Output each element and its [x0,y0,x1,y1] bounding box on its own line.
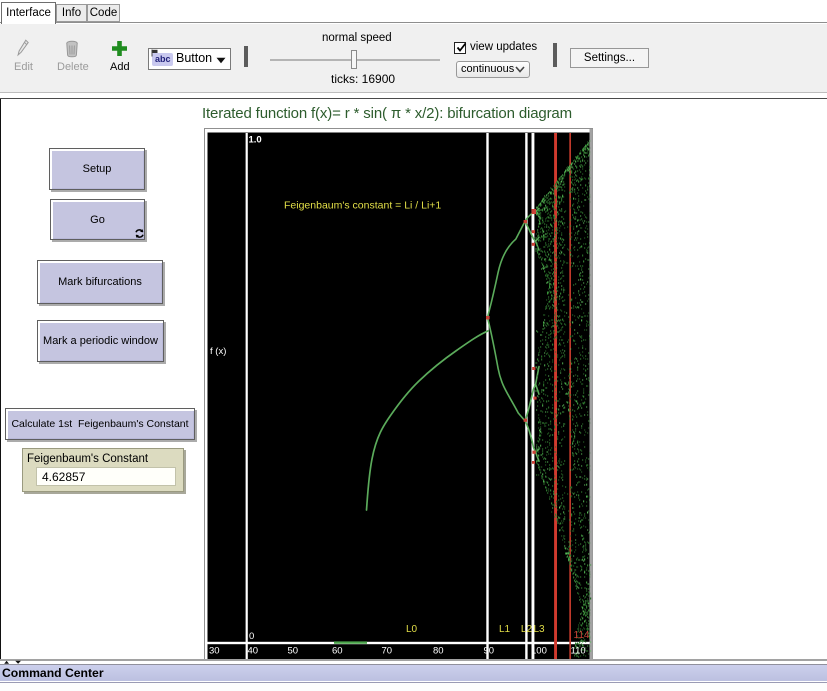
svg-text:f (x): f (x) [210,346,226,357]
svg-text:30: 30 [209,646,220,657]
svg-text:114: 114 [574,630,590,641]
svg-text:L1: L1 [499,624,511,635]
svg-text:0: 0 [249,631,254,642]
svg-text:L3: L3 [534,624,546,635]
svg-text:50: 50 [288,646,299,657]
svg-text:100: 100 [531,646,547,657]
svg-text:90: 90 [484,646,495,657]
svg-text:110: 110 [571,646,586,657]
svg-text:1.0: 1.0 [249,135,262,146]
svg-text:L2: L2 [521,624,533,635]
svg-text:Feigenbaum's constant = Li / L: Feigenbaum's constant = Li / Li+1 [284,200,441,212]
svg-text:80: 80 [433,646,444,657]
svg-text:60: 60 [332,646,343,657]
svg-text:70: 70 [382,646,393,657]
svg-text:40: 40 [248,646,259,657]
svg-text:L0: L0 [406,624,418,635]
